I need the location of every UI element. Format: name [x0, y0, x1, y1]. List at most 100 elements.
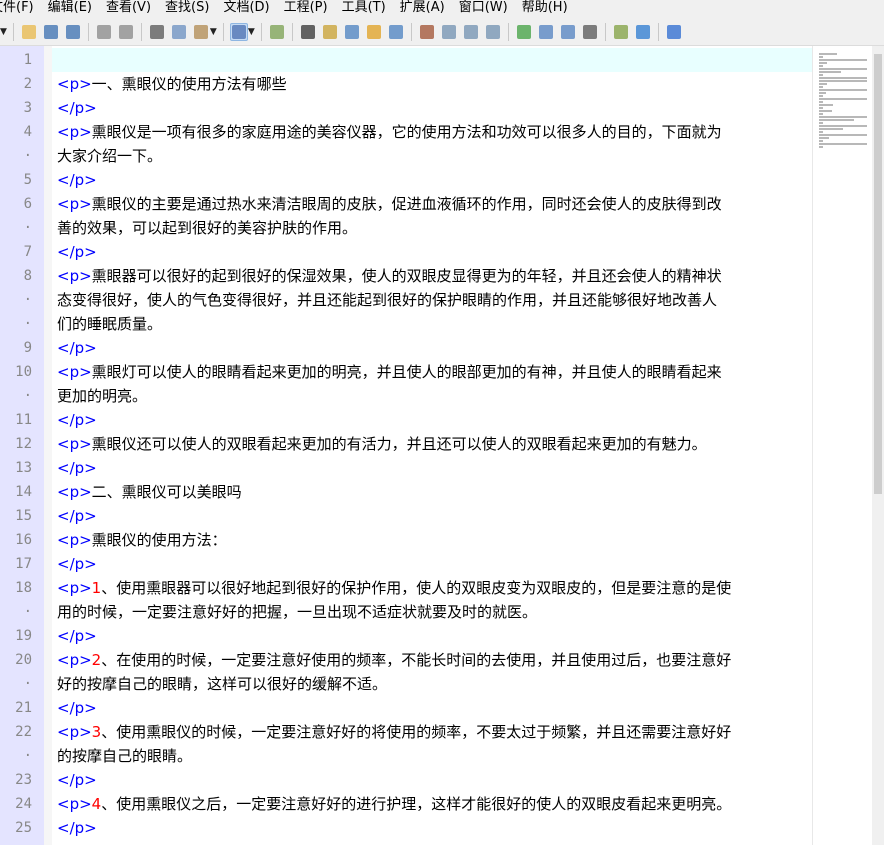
html-tag: </p>	[57, 819, 97, 837]
html-tag: <p>	[57, 579, 92, 597]
menu-item-5[interactable]: 工程(P)	[277, 0, 335, 18]
code-line: 更加的明亮。	[57, 384, 147, 408]
code-line: <p>一、熏眼仪的使用方法有哪些	[57, 72, 287, 96]
html-tag: </p>	[57, 411, 97, 429]
open-folder-icon[interactable]	[20, 23, 38, 41]
minimap-line	[819, 86, 824, 88]
menu-item-7[interactable]: 扩展(A)	[393, 0, 452, 18]
word-wrap-dropdown-icon[interactable]: ▼	[248, 27, 255, 37]
minimap[interactable]	[812, 46, 872, 845]
minimap-line	[819, 68, 867, 70]
line-number: 7	[23, 244, 32, 260]
menu-item-3[interactable]: 查找(S)	[158, 0, 216, 18]
menu-item-8[interactable]: 窗口(W)	[452, 0, 515, 18]
fold-margin	[44, 46, 52, 845]
line-number: ·	[23, 676, 32, 692]
text-token: 好的按摩自己的眼睛，这样可以很好的缓解不适。	[57, 675, 388, 693]
view-icon[interactable]	[268, 23, 286, 41]
copy-icon[interactable]	[170, 23, 188, 41]
cut-icon[interactable]	[148, 23, 166, 41]
menu-item-6[interactable]: 工具(T)	[335, 0, 393, 18]
save-all-icon[interactable]	[64, 23, 82, 41]
scrollbar-thumb[interactable]	[874, 54, 882, 494]
line-number: 9	[23, 340, 32, 356]
code-line: <p>熏眼灯可以使人的眼睛看起来更加的明亮，并且使人的眼部更加的有神，并且使人的…	[57, 360, 722, 384]
text-token: 熏眼仪还可以使人的双眼看起来更加的有活力，并且还可以使人的双眼看起来更加的有魅力…	[91, 435, 707, 453]
code-line: </p>	[57, 408, 97, 432]
browser-icon[interactable]	[581, 23, 599, 41]
html-tag: <p>	[57, 651, 92, 669]
find-icon[interactable]	[299, 23, 317, 41]
editor[interactable]: 1 2 3 4 · 5 6 · 7 8 · · 9 10 · 11 12 13 14 15 16 17 18 · 19 20 · 21…	[0, 46, 884, 845]
run-icon[interactable]	[440, 23, 458, 41]
text-area[interactable]: <p>一、熏眼仪的使用方法有哪些 </p> <p>熏眼仪是一项有很多的家庭用途的美容…	[52, 46, 812, 845]
find-in-files-icon[interactable]	[343, 23, 361, 41]
code-line: 们的睡眠质量。	[57, 312, 162, 336]
panel-icon[interactable]	[537, 23, 555, 41]
line-number: 20	[15, 652, 32, 668]
word-wrap-icon[interactable]	[229, 22, 248, 41]
menu-item-2[interactable]: 查看(V)	[99, 0, 158, 18]
vertical-scrollbar[interactable]	[872, 46, 884, 845]
html-tag: <p>	[57, 195, 92, 213]
code-line: <p>熏眼仪是一项有很多的家庭用途的美容仪器，它的使用方法和功效可以很多人的目的…	[57, 120, 722, 144]
html-tag: </p>	[57, 171, 97, 189]
menu-bar: 文件(F)编辑(E)查看(V)查找(S)文档(D)工程(P)工具(T)扩展(A)…	[0, 0, 884, 18]
line-number: ·	[23, 316, 32, 332]
line-number: 17	[15, 556, 32, 572]
minimap-line	[819, 104, 834, 106]
menu-item-9[interactable]: 帮助(H)	[515, 0, 575, 18]
dropdown-arrow-icon[interactable]: ▼	[0, 27, 7, 37]
line-number: 15	[15, 508, 32, 524]
ie-icon[interactable]	[634, 23, 652, 41]
toolbar-separator	[140, 22, 142, 41]
line-number: ·	[23, 388, 32, 404]
menu-item-1[interactable]: 编辑(E)	[41, 0, 99, 18]
replace-icon[interactable]	[321, 23, 339, 41]
line-number: 2	[23, 76, 32, 92]
minimap-line	[819, 116, 867, 118]
tree-icon[interactable]	[515, 23, 533, 41]
run3-icon[interactable]	[484, 23, 502, 41]
menu-item-4[interactable]: 文档(D)	[216, 0, 276, 18]
html-tag: <p>	[57, 795, 92, 813]
zoom-out-icon[interactable]	[387, 23, 405, 41]
code-line: 大家介绍一下。	[57, 144, 162, 168]
toolbar: ▼ ▼ ▼	[0, 18, 884, 46]
line-number: 19	[15, 628, 32, 644]
line-number: 14	[15, 484, 32, 500]
html-tag: </p>	[57, 771, 97, 789]
text-token: 熏眼仪是一项有很多的家庭用途的美容仪器，它的使用方法和功效可以很多人的目的，下面…	[91, 123, 722, 141]
record-macro-icon[interactable]	[418, 23, 436, 41]
menu-item-0[interactable]: 文件(F)	[0, 0, 41, 18]
html-tag: </p>	[57, 627, 97, 645]
paste-dropdown-icon[interactable]: ▼	[210, 27, 217, 37]
line-number: 6	[23, 196, 32, 212]
undo-icon[interactable]	[95, 23, 113, 41]
text-token: 熏眼器可以很好的起到很好的保湿效果，使人的双眼皮显得更为的年轻，并且还会使人的精…	[91, 267, 722, 285]
minimap-line	[819, 110, 833, 112]
text-token: 更加的明亮。	[57, 387, 148, 405]
minimap-line	[819, 53, 837, 55]
save-icon[interactable]	[42, 23, 60, 41]
html-tag: </p>	[57, 507, 97, 525]
line-number: 22	[15, 724, 32, 740]
minimap-line	[819, 77, 867, 79]
panel2-icon[interactable]	[559, 23, 577, 41]
run2-icon[interactable]	[462, 23, 480, 41]
code-line: <p>熏眼仪的主要是通过热水来清洁眼周的皮肤，促进血液循环的作用，同时还会使人的…	[57, 192, 722, 216]
code-line: <p>2、在使用的时候，一定要注意好使用的频率，不能长时间的去使用，并且使用过后…	[57, 648, 731, 672]
color-icon[interactable]	[612, 23, 630, 41]
zoom-in-icon[interactable]	[365, 23, 383, 41]
code-line: </p>	[57, 240, 97, 264]
code-line: </p>	[57, 96, 97, 120]
html-tag: </p>	[57, 555, 97, 573]
redo-icon[interactable]	[117, 23, 135, 41]
help-icon[interactable]	[665, 23, 683, 41]
line-number: ·	[23, 220, 32, 236]
html-tag: <p>	[57, 723, 92, 741]
number-token: 3	[91, 723, 102, 741]
toolbar-separator	[291, 22, 293, 41]
line-number: ·	[23, 604, 32, 620]
paste-icon[interactable]	[192, 23, 210, 41]
